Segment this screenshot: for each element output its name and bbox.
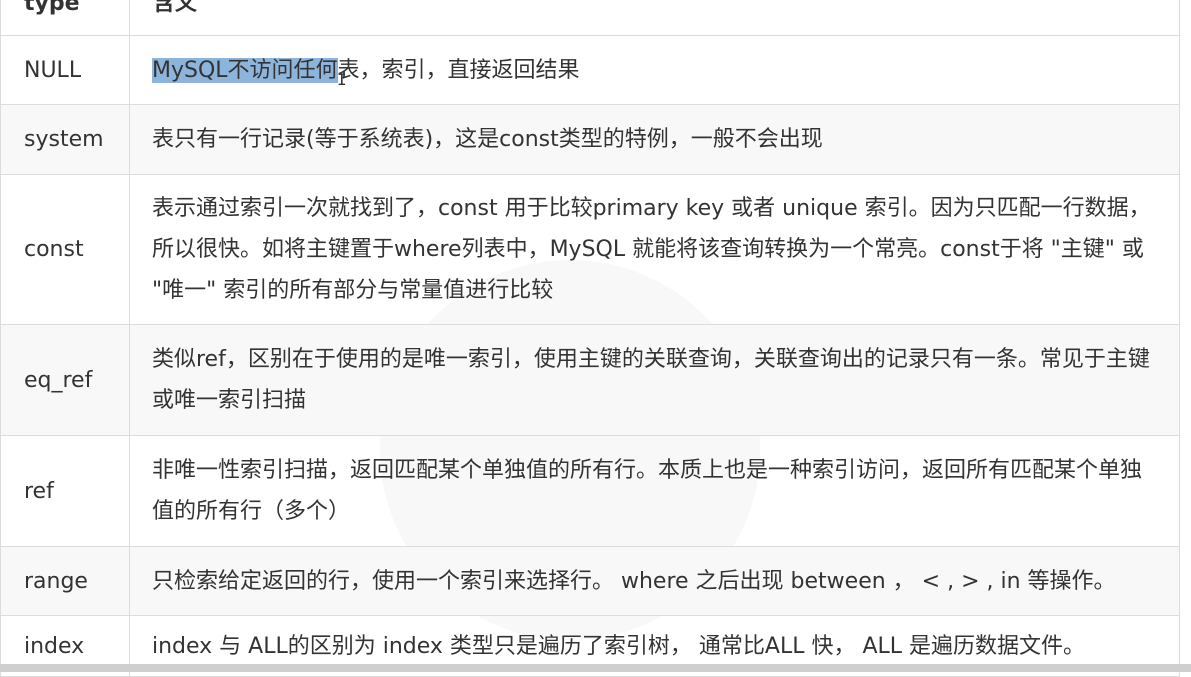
desc-cell: 表示通过索引一次就找到了，const 用于比较primary key 或者 un…: [129, 174, 1180, 325]
selected-text[interactable]: MySQL不访问任何: [152, 57, 338, 83]
header-meaning: 含义: [129, 0, 1180, 36]
type-cell: range: [0, 546, 130, 616]
desc-cell: 非唯一性索引扫描，返回匹配某个单独值的所有行。本质上也是一种索引访问，返回所有匹…: [129, 435, 1180, 547]
type-cell: const: [0, 174, 130, 325]
table-row: NULL MySQL不访问任何表，索引，直接返回结果: [0, 35, 1180, 105]
desc-cell: 类似ref，区别在于使用的是唯一索引，使用主键的关联查询，关联查询出的记录只有一…: [129, 324, 1180, 436]
table-row: eq_ref 类似ref，区别在于使用的是唯一索引，使用主键的关联查询，关联查询…: [0, 324, 1180, 436]
explain-type-table-wrap: type 含义 NULL MySQL不访问任何表，索引，直接返回结果 syste…: [0, 0, 1180, 677]
type-cell: ref: [0, 435, 130, 547]
desc-text: 表，索引，直接返回结果: [337, 57, 580, 83]
table-header-row: type 含义: [0, 0, 1180, 36]
type-cell: system: [0, 104, 130, 175]
table-row: ref 非唯一性索引扫描，返回匹配某个单独值的所有行。本质上也是一种索引访问，返…: [0, 435, 1180, 547]
table-row: range 只检索给定返回的行，使用一个索引来选择行。 where 之后出现 b…: [0, 546, 1180, 616]
desc-cell: 表只有一行记录(等于系统表)，这是const类型的特例，一般不会出现: [129, 104, 1180, 175]
explain-type-table: type 含义 NULL MySQL不访问任何表，索引，直接返回结果 syste…: [0, 0, 1180, 677]
bottom-scrollbar[interactable]: [0, 664, 1191, 672]
header-type: type: [0, 0, 130, 36]
table-row: system 表只有一行记录(等于系统表)，这是const类型的特例，一般不会出…: [0, 104, 1180, 175]
type-cell: eq_ref: [0, 324, 130, 436]
text-cursor-icon: I: [337, 70, 347, 89]
table-row: const 表示通过索引一次就找到了，const 用于比较primary key…: [0, 174, 1180, 325]
type-cell: NULL: [0, 35, 130, 105]
desc-cell[interactable]: MySQL不访问任何表，索引，直接返回结果: [129, 35, 1180, 105]
desc-cell: 只检索给定返回的行，使用一个索引来选择行。 where 之后出现 between…: [129, 546, 1180, 616]
